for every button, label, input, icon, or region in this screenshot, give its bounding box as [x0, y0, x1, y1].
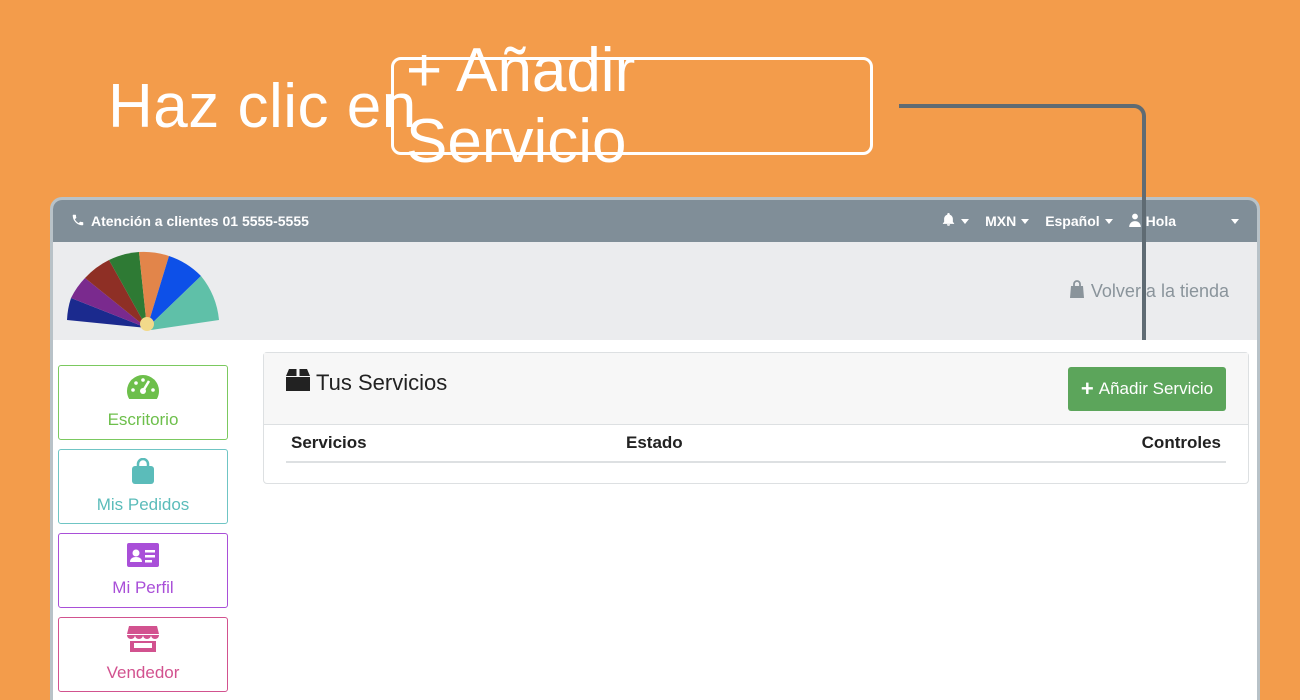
callout-connector-vertical: [1142, 126, 1146, 340]
sidebar-item-escritorio[interactable]: Escritorio: [58, 365, 228, 440]
brand-logo[interactable]: [61, 248, 221, 343]
services-table: Servicios Estado Controles: [286, 425, 1226, 463]
phone-text: Atención a clientes 01 5555-5555: [91, 213, 309, 229]
sidebar-item-label: Escritorio: [107, 410, 179, 429]
language-dropdown[interactable]: Español: [1045, 213, 1113, 229]
panel-title: Tus Servicios: [286, 369, 447, 397]
user-icon: [1128, 213, 1141, 230]
sidebar-item-label: Mi Perfil: [112, 578, 174, 597]
app-window: Atención a clientes 01 5555-5555 MXN Esp…: [50, 197, 1260, 700]
box-icon: [286, 369, 310, 397]
chevron-down-icon: [1021, 218, 1030, 224]
sidebar-item-label: Vendedor: [106, 663, 180, 682]
plus-icon: +: [1080, 376, 1094, 401]
bell-icon: [941, 212, 956, 230]
sidebar-item-label: Mis Pedidos: [96, 495, 190, 514]
services-panel: Tus Servicios + Añadir Servicio Servicio…: [263, 352, 1249, 484]
currency-label: MXN: [985, 213, 1017, 229]
language-label: Español: [1045, 213, 1100, 229]
sidebar-item-mis-pedidos[interactable]: Mis Pedidos: [58, 449, 228, 524]
panel-title-text: Tus Servicios: [316, 370, 448, 395]
headline-button-callout: + Añadir Servicio: [391, 36, 873, 176]
shopping-bag-icon: [1069, 280, 1085, 303]
column-header-servicios: Servicios: [291, 433, 367, 452]
sidebar-item-mi-perfil[interactable]: Mi Perfil: [58, 533, 228, 608]
chevron-down-icon: [1104, 218, 1113, 224]
shopping-bag-icon: [131, 457, 155, 489]
phone-icon: [71, 213, 85, 230]
notifications-dropdown[interactable]: [941, 212, 970, 230]
currency-dropdown[interactable]: MXN: [985, 213, 1030, 229]
add-service-button[interactable]: + Añadir Servicio: [1068, 367, 1226, 411]
store-icon: [127, 626, 159, 657]
headline-prefix: Haz clic en: [108, 71, 417, 141]
chevron-down-icon: [961, 218, 970, 224]
customer-service-phone[interactable]: Atención a clientes 01 5555-5555: [71, 213, 309, 230]
headline: Haz clic en: [108, 64, 435, 148]
add-service-label: Añadir Servicio: [1098, 379, 1214, 398]
sidebar: Escritorio Mis Pedidos Mi Perfil Vendedo…: [58, 365, 228, 700]
back-to-store-label: Volver a la tienda: [1090, 281, 1229, 301]
column-header-estado: Estado: [626, 433, 683, 452]
callout-connector-horizontal: [899, 104, 1135, 108]
id-card-icon: [127, 543, 159, 572]
user-greeting: Hola: [1145, 213, 1176, 229]
dashboard-gauge-icon: [127, 375, 159, 404]
sidebar-item-vendedor[interactable]: Vendedor: [58, 617, 228, 692]
chevron-down-icon: [1231, 218, 1239, 224]
services-panel-header: Tus Servicios + Añadir Servicio: [264, 353, 1248, 425]
top-bar: Atención a clientes 01 5555-5555 MXN Esp…: [53, 200, 1257, 242]
table-header-row: Servicios Estado Controles: [286, 425, 1226, 463]
back-to-store-link[interactable]: Volver a la tienda: [1069, 280, 1229, 303]
column-header-controles: Controles: [1141, 433, 1221, 452]
brand-bar: Volver a la tienda: [53, 242, 1257, 340]
